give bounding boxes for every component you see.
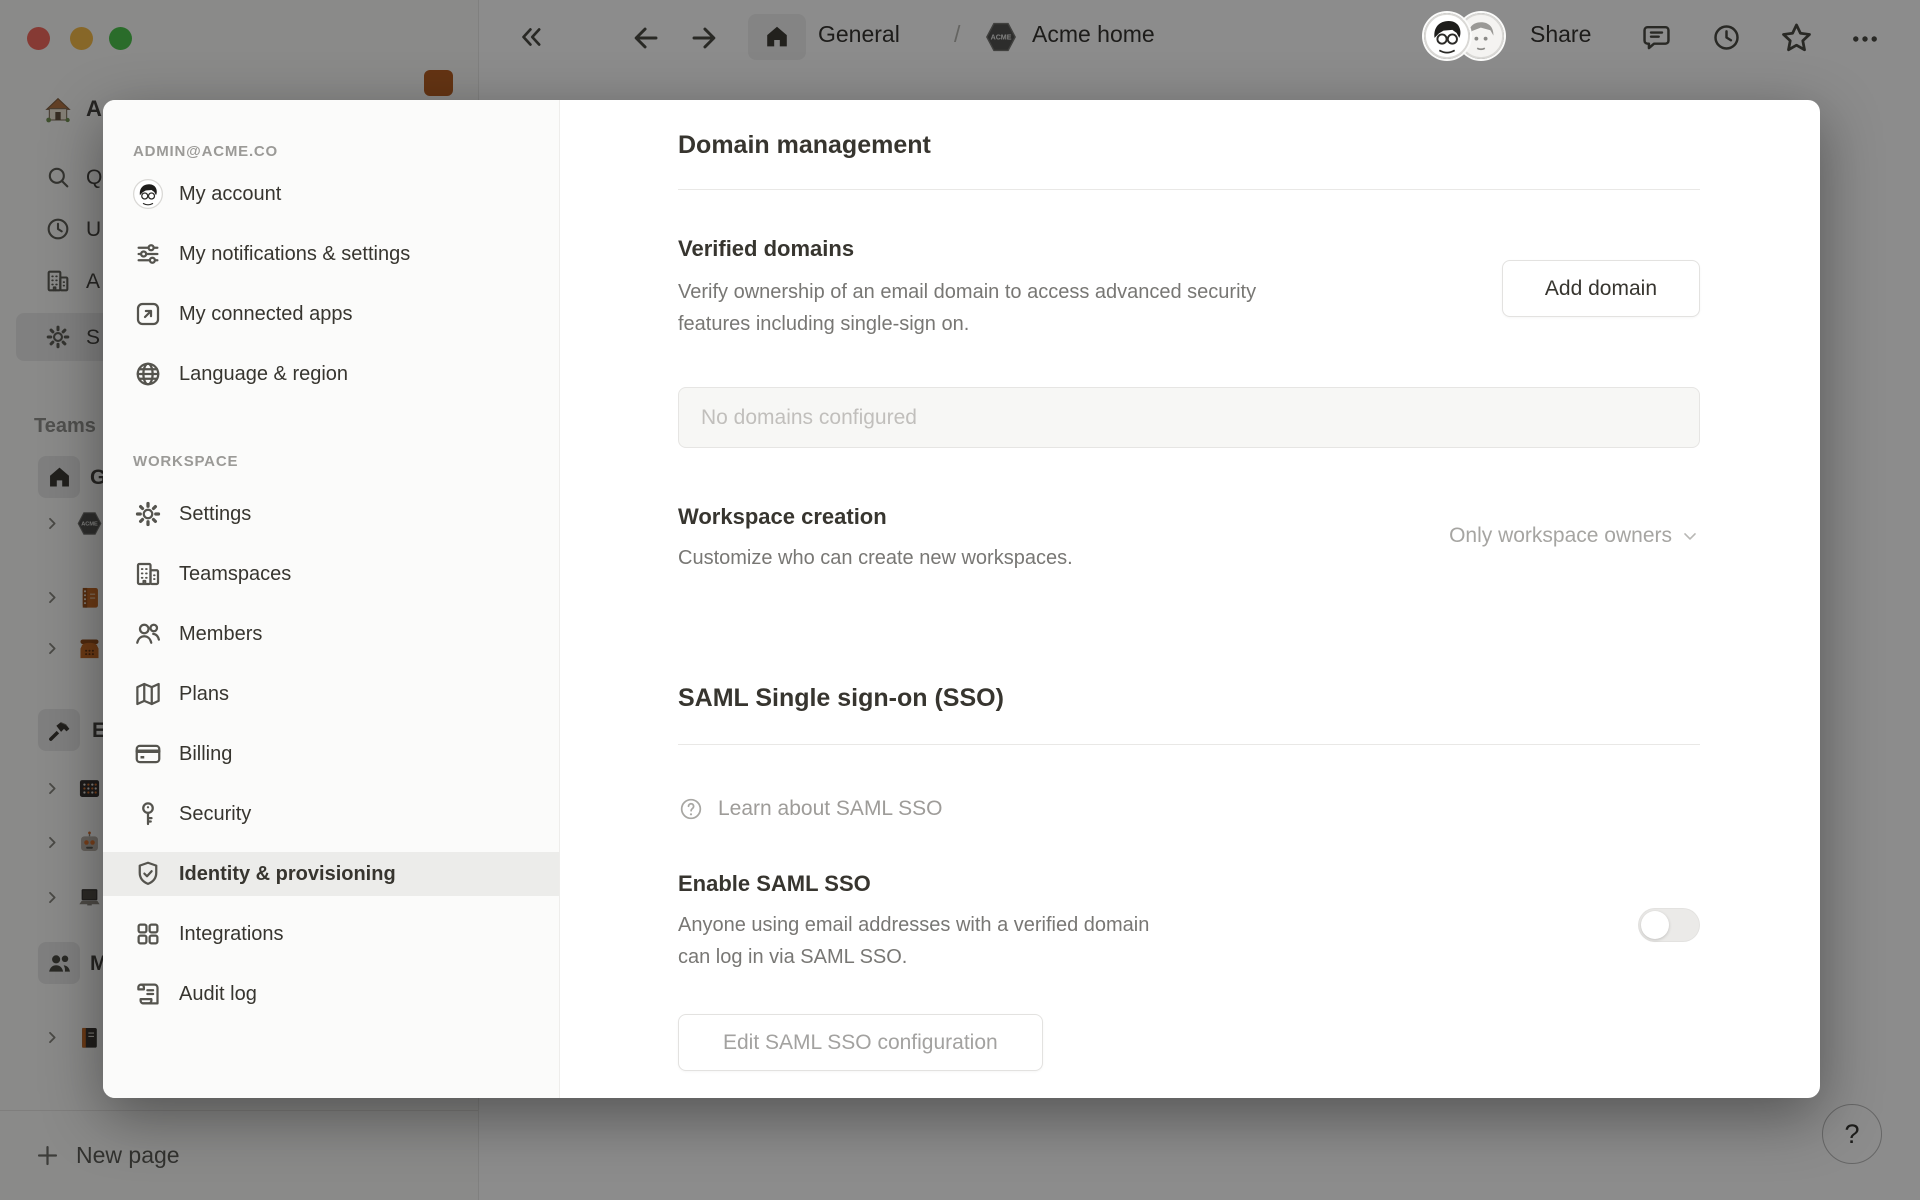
toggle-knob	[1641, 911, 1669, 939]
grid-icon	[133, 919, 163, 949]
sidebar-item-my-account[interactable]: My account	[103, 172, 559, 216]
sidebar-item-label: Plans	[179, 682, 230, 705]
enable-saml-heading: Enable SAML SSO	[678, 871, 871, 896]
sidebar-item-teamspaces[interactable]: Teamspaces	[103, 552, 559, 596]
key-icon	[133, 799, 163, 829]
sidebar-item-billing[interactable]: Billing	[103, 732, 559, 776]
settings-sidebar: ADMIN@ACME.CO My account My notification…	[103, 100, 560, 1098]
learn-saml-label: Learn about SAML SSO	[718, 797, 943, 820]
workspace-creation-description: Customize who can create new workspaces.	[678, 547, 1073, 569]
enable-saml-block: Enable SAML SSO Anyone using email addre…	[678, 869, 1149, 973]
edit-saml-config-button[interactable]: Edit SAML SSO configuration	[678, 1014, 1043, 1071]
add-domain-button[interactable]: Add domain	[1501, 260, 1700, 317]
account-section-label: ADMIN@ACME.CO	[133, 143, 279, 160]
sidebar-item-label: Settings	[179, 502, 252, 525]
sidebar-item-label: Members	[179, 622, 263, 645]
scroll-icon	[133, 979, 163, 1009]
sidebar-item-label: Security	[179, 802, 252, 825]
workspace-creation-dropdown[interactable]: Only workspace owners	[1449, 524, 1700, 548]
divider	[678, 189, 1700, 190]
building-icon	[133, 559, 163, 589]
verified-domains-description: Verify ownership of an email domain to a…	[678, 281, 1257, 335]
sidebar-item-label: My notifications & settings	[179, 242, 411, 265]
sidebar-item-label: Identity & provisioning	[179, 862, 396, 885]
sidebar-item-label: My connected apps	[179, 302, 353, 325]
sidebar-item-label: Integrations	[179, 922, 284, 945]
dropdown-value: Only workspace owners	[1449, 524, 1672, 547]
sidebar-item-members[interactable]: Members	[103, 612, 559, 656]
divider	[678, 744, 1700, 745]
shield-check-icon	[133, 859, 163, 889]
sidebar-item-label: Audit log	[179, 982, 257, 1005]
learn-saml-link[interactable]: Learn about SAML SSO	[678, 789, 1700, 829]
gear-icon	[133, 499, 163, 529]
sidebar-item-plans[interactable]: Plans	[103, 672, 559, 716]
sidebar-item-my-notifications[interactable]: My notifications & settings	[103, 232, 559, 276]
verified-domains-block: Verified domains Verify ownership of an …	[678, 234, 1256, 340]
sliders-icon	[133, 239, 163, 269]
question-circle-icon	[678, 796, 704, 822]
settings-content: Domain management Verified domains Verif…	[560, 100, 1820, 1098]
map-icon	[133, 679, 163, 709]
people-icon	[133, 619, 163, 649]
sidebar-item-label: Language & region	[179, 362, 349, 385]
sidebar-item-audit-log[interactable]: Audit log	[103, 972, 559, 1016]
verified-domains-heading: Verified domains	[678, 236, 855, 261]
sidebar-item-settings[interactable]: Settings	[103, 492, 559, 536]
app: General / ACME Acme home Share A Q U A S…	[0, 0, 1920, 1200]
settings-modal: ADMIN@ACME.CO My account My notification…	[103, 100, 1820, 1098]
sidebar-item-label: My account	[179, 182, 282, 205]
sidebar-item-label: Teamspaces	[179, 562, 292, 585]
sidebar-item-security[interactable]: Security	[103, 792, 559, 836]
credit-card-icon	[133, 739, 163, 769]
saml-sso-toggle[interactable]	[1638, 908, 1700, 942]
sidebar-item-label: Billing	[179, 742, 233, 765]
globe-icon	[133, 359, 163, 389]
workspace-creation-block: Workspace creation Customize who can cre…	[678, 502, 1073, 574]
page-title: Domain management	[678, 131, 931, 159]
chevron-down-icon	[1680, 526, 1700, 546]
enable-saml-description: Anyone using email addresses with a veri…	[678, 914, 1150, 968]
avatar-user-1[interactable]	[1424, 13, 1470, 59]
sidebar-item-integrations[interactable]: Integrations	[103, 912, 559, 956]
arrow-up-right-box-icon	[133, 299, 163, 329]
avatar-icon	[133, 179, 163, 209]
sidebar-item-my-connected-apps[interactable]: My connected apps	[103, 292, 559, 336]
sidebar-item-identity-provisioning[interactable]: Identity & provisioning	[103, 852, 559, 896]
workspace-creation-heading: Workspace creation	[678, 504, 887, 529]
domains-empty-state: No domains configured	[678, 387, 1700, 448]
saml-heading: SAML Single sign-on (SSO)	[678, 684, 1004, 712]
workspace-section-label: WORKSPACE	[133, 453, 239, 470]
sidebar-item-language-region[interactable]: Language & region	[103, 352, 559, 396]
